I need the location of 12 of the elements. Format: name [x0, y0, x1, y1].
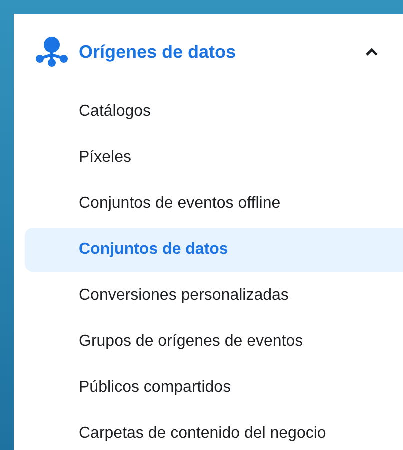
menu-item[interactable]: Conjuntos de eventos offline: [25, 182, 403, 226]
menu-item[interactable]: Carpetas de contenido del negocio: [25, 412, 403, 450]
menu-item[interactable]: Catálogos: [25, 90, 403, 134]
section-title: Orígenes de datos: [79, 42, 238, 62]
network-icon: [35, 36, 69, 68]
menu-item[interactable]: Píxeles: [25, 136, 403, 180]
menu-item[interactable]: Conversiones personalizadas: [25, 274, 403, 318]
menu-item[interactable]: Grupos de orígenes de eventos: [25, 320, 403, 364]
menu-item[interactable]: Conjuntos de datos: [25, 228, 403, 272]
menu-item[interactable]: Públicos compartidos: [25, 366, 403, 410]
section-header[interactable]: Orígenes de datos: [25, 34, 403, 70]
caret-icon: [365, 47, 379, 57]
